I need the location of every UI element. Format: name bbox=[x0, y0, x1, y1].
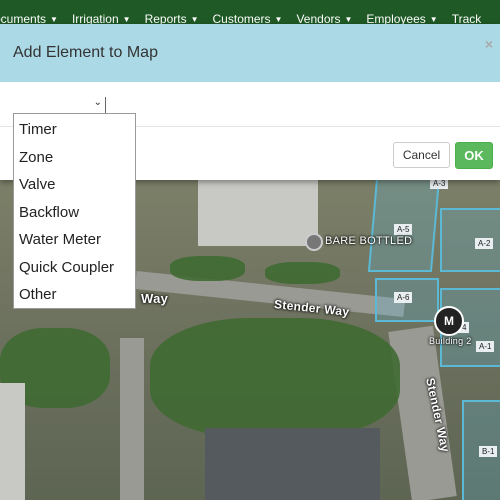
nav-track[interactable]: Track bbox=[452, 0, 482, 24]
caret-down-icon: ▼ bbox=[429, 14, 438, 24]
dropdown-option-valve[interactable]: Valve bbox=[14, 171, 135, 199]
element-type-dropdown: Timer Zone Valve Backflow Water Meter Qu… bbox=[13, 113, 136, 309]
zone-label: A-1 bbox=[476, 341, 495, 352]
nav-label: ocuments bbox=[0, 12, 47, 24]
caret-down-icon: ▼ bbox=[274, 14, 283, 24]
dropdown-option-water-meter[interactable]: Water Meter bbox=[14, 226, 135, 254]
map-building bbox=[0, 383, 25, 500]
zone-label: A-6 bbox=[394, 292, 413, 303]
nav-label: Employees bbox=[366, 12, 426, 24]
dropdown-option-timer[interactable]: Timer bbox=[14, 116, 135, 144]
map-tree-area bbox=[265, 262, 340, 284]
nav-customers[interactable]: Customers ▼ bbox=[213, 0, 297, 24]
nav-label: Track bbox=[451, 12, 482, 24]
zone-label: A-5 bbox=[394, 224, 413, 235]
modal-header: Add Element to Map × bbox=[0, 24, 500, 82]
nav-label: Irrigation bbox=[71, 12, 119, 24]
street-label: Way bbox=[141, 291, 169, 306]
nav-label: Customers bbox=[212, 12, 271, 24]
map-building bbox=[198, 178, 318, 246]
nav-vendors[interactable]: Vendors ▼ bbox=[296, 0, 366, 24]
top-navbar: ocuments▼ Irrigation▼ Reports▼ Customers… bbox=[0, 0, 500, 24]
map-road bbox=[120, 338, 144, 500]
ok-button[interactable]: OK bbox=[455, 142, 493, 169]
cancel-button[interactable]: Cancel bbox=[393, 142, 450, 168]
element-type-select[interactable]: ⌄ bbox=[13, 97, 106, 114]
map-building bbox=[205, 428, 380, 500]
dropdown-option-quick-coupler[interactable]: Quick Coupler bbox=[14, 254, 135, 282]
building-label: Building 2 bbox=[429, 336, 472, 346]
poi-label: BARE BOTTLED bbox=[325, 235, 413, 247]
zone-label: A-2 bbox=[475, 238, 494, 249]
zone-label: B-1 bbox=[479, 446, 498, 457]
location-pin-icon[interactable] bbox=[305, 233, 323, 251]
nav-documents[interactable]: ocuments▼ bbox=[0, 0, 72, 24]
dropdown-option-backflow[interactable]: Backflow bbox=[14, 199, 135, 227]
map-tree-area bbox=[150, 318, 400, 438]
nav-employees[interactable]: Employees ▼ bbox=[366, 0, 451, 24]
timer-marker-icon[interactable]: M bbox=[434, 306, 464, 336]
caret-down-icon: ▼ bbox=[122, 14, 131, 24]
caret-down-icon: ▼ bbox=[190, 14, 199, 24]
chevron-down-icon: ⌄ bbox=[93, 97, 102, 108]
dropdown-option-other[interactable]: Other bbox=[14, 281, 135, 309]
caret-down-icon: ▼ bbox=[50, 14, 58, 24]
modal-title: Add Element to Map bbox=[13, 44, 158, 61]
nav-label: Vendors bbox=[296, 12, 341, 24]
nav-reports[interactable]: Reports ▼ bbox=[145, 0, 213, 24]
close-icon[interactable]: × bbox=[485, 36, 493, 52]
nav-label: Reports bbox=[144, 12, 187, 24]
nav-irrigation[interactable]: Irrigation ▼ bbox=[72, 0, 145, 24]
map-tree-area bbox=[170, 256, 245, 281]
caret-down-icon: ▼ bbox=[344, 14, 353, 24]
dropdown-option-zone[interactable]: Zone bbox=[14, 144, 135, 172]
